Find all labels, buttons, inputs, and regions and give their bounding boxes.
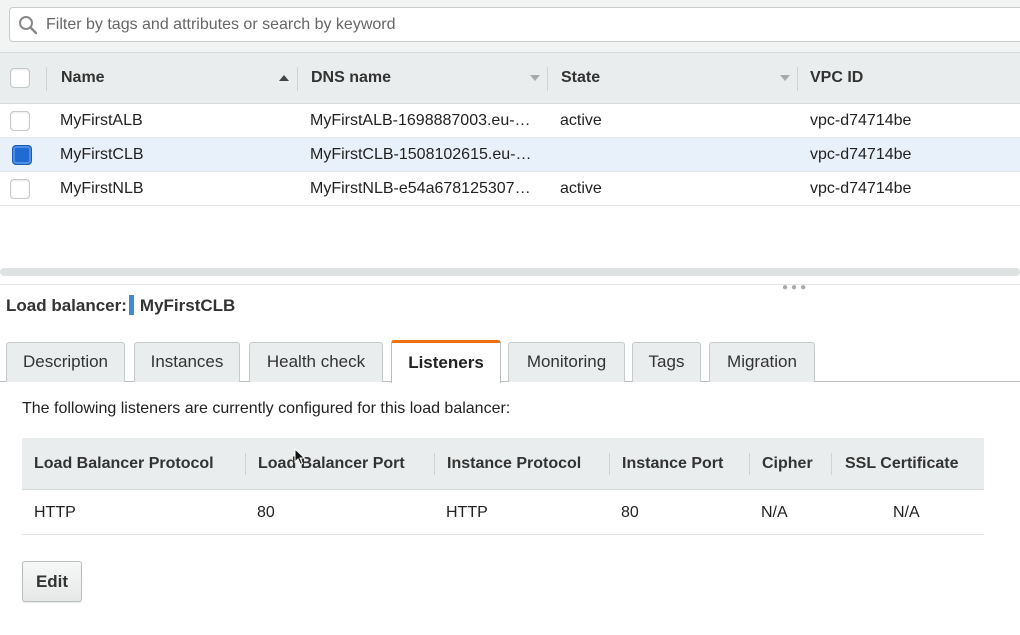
column-separator [797,67,798,91]
column-header-vpc[interactable]: VPC ID [810,53,863,103]
tab-description[interactable]: Description [6,342,125,382]
table-row[interactable]: MyFirstALB MyFirstALB-1698887003.eu-… ac… [0,104,1020,138]
listener-instance-protocol: HTTP [446,504,488,521]
sort-icon[interactable] [530,75,540,81]
column-separator [245,453,246,475]
tab-migration[interactable]: Migration [709,342,815,382]
search-box[interactable] [9,7,1020,42]
column-separator [297,67,298,91]
column-header-dns[interactable]: DNS name [311,53,391,103]
column-header-instance-protocol: Instance Protocol [447,455,582,472]
column-header-name[interactable]: Name [61,53,105,103]
tab-tags[interactable]: Tags [632,342,701,382]
column-header-lb-protocol: Load Balancer Protocol [34,455,214,472]
details-title: Load balancer: MyFirstCLB [6,295,235,316]
table-row[interactable]: MyFirstNLB MyFirstNLB-e54a678125307… act… [0,172,1020,206]
tab-instances[interactable]: Instances [134,342,240,382]
row-name: MyFirstCLB [60,146,144,163]
listener-row: HTTP 80 HTTP 80 N/A N/A [22,490,984,535]
details-label-prefix: Load balancer: [6,296,127,315]
row-vpc: vpc-d74714be [810,112,912,129]
column-header-ssl-certificate: SSL Certificate [845,455,959,472]
search-input[interactable] [46,8,946,41]
column-header-lb-port: Load Balancer Port [258,455,405,472]
search-icon [19,16,38,35]
tab-health-check[interactable]: Health check [249,342,383,382]
row-checkbox-checked[interactable] [12,145,32,165]
sort-ascending-icon[interactable] [279,75,289,81]
column-header-cipher: Cipher [762,455,813,472]
divider [0,284,1020,285]
label-bar [128,295,134,315]
row-name: MyFirstNLB [60,180,144,197]
column-separator [749,453,750,475]
mouse-cursor-icon [294,448,306,466]
row-state: active [560,180,602,197]
tab-monitoring[interactable]: Monitoring [508,342,625,382]
row-vpc: vpc-d74714be [810,146,912,163]
row-name: MyFirstALB [60,112,143,129]
column-separator [547,67,548,91]
column-separator [609,453,610,475]
listeners-intro: The following listeners are currently co… [22,400,511,417]
column-separator [831,453,832,475]
listener-ssl-certificate: N/A [893,504,920,521]
select-all-checkbox[interactable] [10,68,30,88]
splitter-bar[interactable] [0,268,1020,276]
filter-bar [0,0,1020,52]
row-checkbox[interactable] [10,111,30,131]
listener-lb-protocol: HTTP [34,504,76,521]
table-row-selected[interactable]: MyFirstCLB MyFirstCLB-1508102615.eu-… vp… [0,138,1020,172]
load-balancers-table: Name DNS name State VPC ID MyFirstALB My… [0,52,1020,206]
listeners-table: Load Balancer Protocol Load Balancer Por… [22,438,984,535]
listener-instance-port: 80 [621,504,639,521]
sort-icon[interactable] [780,75,790,81]
row-dns: MyFirstALB-1698887003.eu-… [310,112,531,129]
column-separator [46,67,47,91]
row-dns: MyFirstNLB-e54a678125307… [310,180,531,197]
details-tabs: Description Instances Health check Liste… [0,340,1020,383]
listener-lb-port: 80 [257,504,275,521]
column-separator [434,453,435,475]
listener-cipher: N/A [761,504,788,521]
column-header-instance-port: Instance Port [622,455,724,472]
tab-listeners[interactable]: Listeners [391,340,501,383]
listeners-header: Load Balancer Protocol Load Balancer Por… [22,438,984,490]
details-label-name: MyFirstCLB [139,296,236,315]
edit-button[interactable]: Edit [22,561,82,602]
column-header-state[interactable]: State [561,53,600,103]
table-header: Name DNS name State VPC ID [0,52,1020,104]
row-vpc: vpc-d74714be [810,180,912,197]
drag-handle-icon[interactable]: ●●● [782,282,809,293]
row-state: active [560,112,602,129]
row-dns: MyFirstCLB-1508102615.eu-… [310,146,532,163]
pane-splitter[interactable]: ●●● [0,264,1020,293]
row-checkbox[interactable] [10,179,30,199]
